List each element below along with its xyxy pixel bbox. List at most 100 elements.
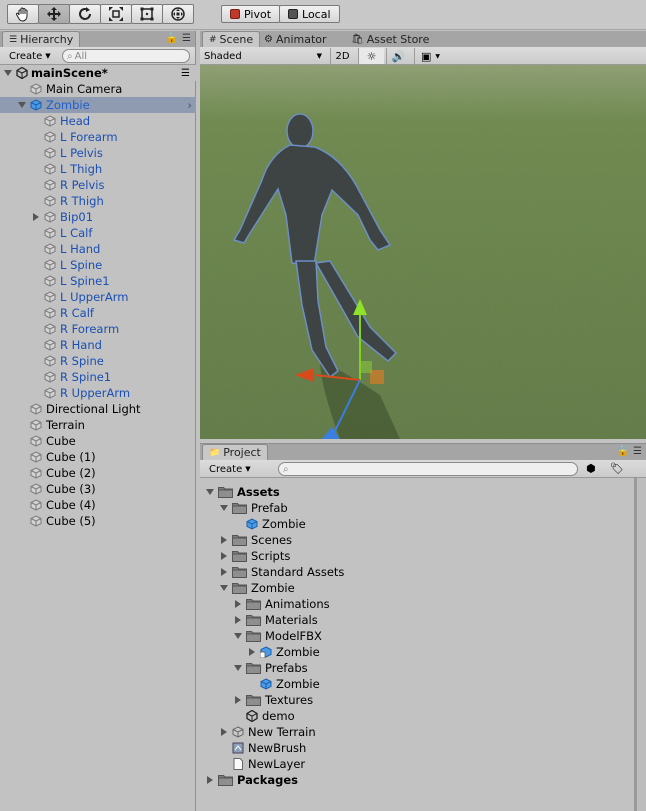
collapse-arrow-icon[interactable] bbox=[220, 536, 228, 544]
project-row[interactable]: Packages bbox=[200, 772, 620, 788]
hierarchy-row[interactable]: L Spine1 bbox=[0, 273, 196, 289]
hierarchy-row[interactable]: Cube (1) bbox=[0, 449, 196, 465]
rect-tool-button[interactable] bbox=[131, 4, 163, 24]
hierarchy-row[interactable]: L Forearm bbox=[0, 129, 196, 145]
collapse-arrow-icon[interactable] bbox=[234, 696, 242, 704]
filter-by-type-icon[interactable]: ⬢ bbox=[586, 462, 596, 475]
collapse-arrow-icon[interactable] bbox=[248, 648, 256, 656]
hierarchy-create-button[interactable]: Create ▼ bbox=[4, 49, 56, 63]
chevron-right-icon[interactable]: › bbox=[187, 98, 192, 112]
project-row[interactable]: Materials bbox=[200, 612, 620, 628]
project-row[interactable]: Zombie bbox=[200, 580, 620, 596]
hierarchy-row[interactable]: Terrain bbox=[0, 417, 196, 433]
hierarchy-row[interactable]: R Spine1 bbox=[0, 369, 196, 385]
collapse-arrow-icon[interactable] bbox=[32, 213, 40, 221]
hierarchy-row[interactable]: Bip01 bbox=[0, 209, 196, 225]
expand-arrow-icon[interactable] bbox=[220, 504, 228, 512]
project-row[interactable]: Zombie bbox=[200, 676, 620, 692]
scene-root-row[interactable]: mainScene* ☰ bbox=[0, 65, 196, 81]
hierarchy-row[interactable]: Main Camera bbox=[0, 81, 196, 97]
hierarchy-row[interactable]: R Calf bbox=[0, 305, 196, 321]
scene-viewport[interactable] bbox=[200, 65, 646, 439]
hierarchy-row[interactable]: L UpperArm bbox=[0, 289, 196, 305]
hierarchy-row[interactable]: Cube (5) bbox=[0, 513, 196, 529]
effects-dropdown-button[interactable]: ▣ ▼ bbox=[414, 48, 446, 64]
project-row[interactable]: Animations bbox=[200, 596, 620, 612]
tab-project-label: Project bbox=[223, 446, 261, 459]
project-row[interactable]: NewBrush bbox=[200, 740, 620, 756]
collapse-arrow-icon[interactable] bbox=[206, 776, 214, 784]
project-search-input[interactable]: ⌕ bbox=[278, 462, 578, 476]
scene-tabbar: # Scene ⚙ Animator 🛍 Asset Store bbox=[200, 31, 646, 47]
tab-project[interactable]: 📁 Project bbox=[202, 444, 268, 460]
gameobject-icon bbox=[30, 435, 42, 447]
hierarchy-row[interactable]: L Pelvis bbox=[0, 145, 196, 161]
panel-menu-icon[interactable]: ☰ bbox=[182, 33, 191, 44]
hierarchy-row[interactable]: Cube (3) bbox=[0, 481, 196, 497]
project-row[interactable]: Scripts bbox=[200, 548, 620, 564]
local-button[interactable]: Local bbox=[279, 5, 340, 23]
hand-tool-button[interactable] bbox=[7, 4, 39, 24]
project-row[interactable]: New Terrain bbox=[200, 724, 620, 740]
transform-tool-button[interactable] bbox=[162, 4, 194, 24]
hierarchy-row[interactable]: R Pelvis bbox=[0, 177, 196, 193]
project-row[interactable]: NewLayer bbox=[200, 756, 620, 772]
project-row[interactable]: Zombie bbox=[200, 644, 620, 660]
lock-icon[interactable]: 🔒 bbox=[617, 446, 629, 457]
project-row[interactable]: Standard Assets bbox=[200, 564, 620, 580]
filter-by-label-icon[interactable]: 🏷 bbox=[610, 462, 624, 475]
pivot-button[interactable]: Pivot bbox=[221, 5, 281, 23]
collapse-arrow-icon[interactable] bbox=[234, 600, 242, 608]
scale-tool-button[interactable] bbox=[100, 4, 132, 24]
project-row[interactable]: Scenes bbox=[200, 532, 620, 548]
hierarchy-row[interactable]: Cube (2) bbox=[0, 465, 196, 481]
expand-arrow-icon[interactable] bbox=[18, 101, 26, 109]
project-row[interactable]: Prefabs bbox=[200, 660, 620, 676]
audio-toggle-button[interactable]: 🔊 bbox=[386, 48, 410, 64]
expand-arrow-icon[interactable] bbox=[206, 488, 214, 496]
hierarchy-row[interactable]: Cube (4) bbox=[0, 497, 196, 513]
hierarchy-row[interactable]: R Forearm bbox=[0, 321, 196, 337]
hierarchy-row[interactable]: L Spine bbox=[0, 257, 196, 273]
lighting-toggle-button[interactable]: ☼ bbox=[358, 48, 384, 64]
hierarchy-row[interactable]: R Thigh bbox=[0, 193, 196, 209]
project-create-button[interactable]: Create ▼ bbox=[204, 462, 256, 476]
project-scrollbar[interactable] bbox=[636, 478, 646, 811]
shading-mode-dropdown[interactable]: Shaded ▼ bbox=[204, 48, 326, 64]
tab-animator[interactable]: ⚙ Animator bbox=[258, 31, 333, 47]
hierarchy-row[interactable]: R UpperArm bbox=[0, 385, 196, 401]
collapse-arrow-icon[interactable] bbox=[220, 728, 228, 736]
2d-mode-button[interactable]: 2D bbox=[330, 48, 354, 64]
project-row[interactable]: Textures bbox=[200, 692, 620, 708]
collapse-arrow-icon[interactable] bbox=[220, 568, 228, 576]
rotate-tool-button[interactable] bbox=[69, 4, 101, 24]
hierarchy-row[interactable]: R Spine bbox=[0, 353, 196, 369]
expand-arrow-icon[interactable] bbox=[234, 664, 242, 672]
move-tool-button[interactable] bbox=[38, 4, 70, 24]
tab-asset-store[interactable]: 🛍 Asset Store bbox=[345, 31, 435, 47]
expand-arrow-icon[interactable] bbox=[220, 584, 228, 592]
tab-scene[interactable]: # Scene bbox=[202, 31, 261, 47]
project-row[interactable]: Assets bbox=[200, 484, 620, 500]
project-row[interactable]: demo bbox=[200, 708, 620, 724]
scene-menu-icon[interactable]: ☰ bbox=[181, 68, 190, 79]
tab-hierarchy[interactable]: ☰ Hierarchy bbox=[2, 31, 81, 47]
project-row[interactable]: Zombie bbox=[200, 516, 620, 532]
lock-icon[interactable]: 🔒 bbox=[166, 33, 178, 44]
hierarchy-row[interactable]: Directional Light bbox=[0, 401, 196, 417]
hierarchy-row[interactable]: Zombie › bbox=[0, 97, 196, 113]
expand-arrow-icon[interactable] bbox=[234, 632, 242, 640]
hierarchy-row[interactable]: Cube bbox=[0, 433, 196, 449]
project-row[interactable]: ModelFBX bbox=[200, 628, 620, 644]
collapse-arrow-icon[interactable] bbox=[220, 552, 228, 560]
hierarchy-row[interactable]: L Calf bbox=[0, 225, 196, 241]
hierarchy-row[interactable]: L Hand bbox=[0, 241, 196, 257]
panel-menu-icon[interactable]: ☰ bbox=[633, 446, 642, 457]
collapse-arrow-icon[interactable] bbox=[234, 616, 242, 624]
hierarchy-search-input[interactable]: ⌕ All bbox=[62, 49, 190, 63]
scene-render[interactable] bbox=[200, 65, 646, 439]
project-row[interactable]: Prefab bbox=[200, 500, 620, 516]
hierarchy-row[interactable]: Head bbox=[0, 113, 196, 129]
hierarchy-row[interactable]: R Hand bbox=[0, 337, 196, 353]
hierarchy-row[interactable]: L Thigh bbox=[0, 161, 196, 177]
